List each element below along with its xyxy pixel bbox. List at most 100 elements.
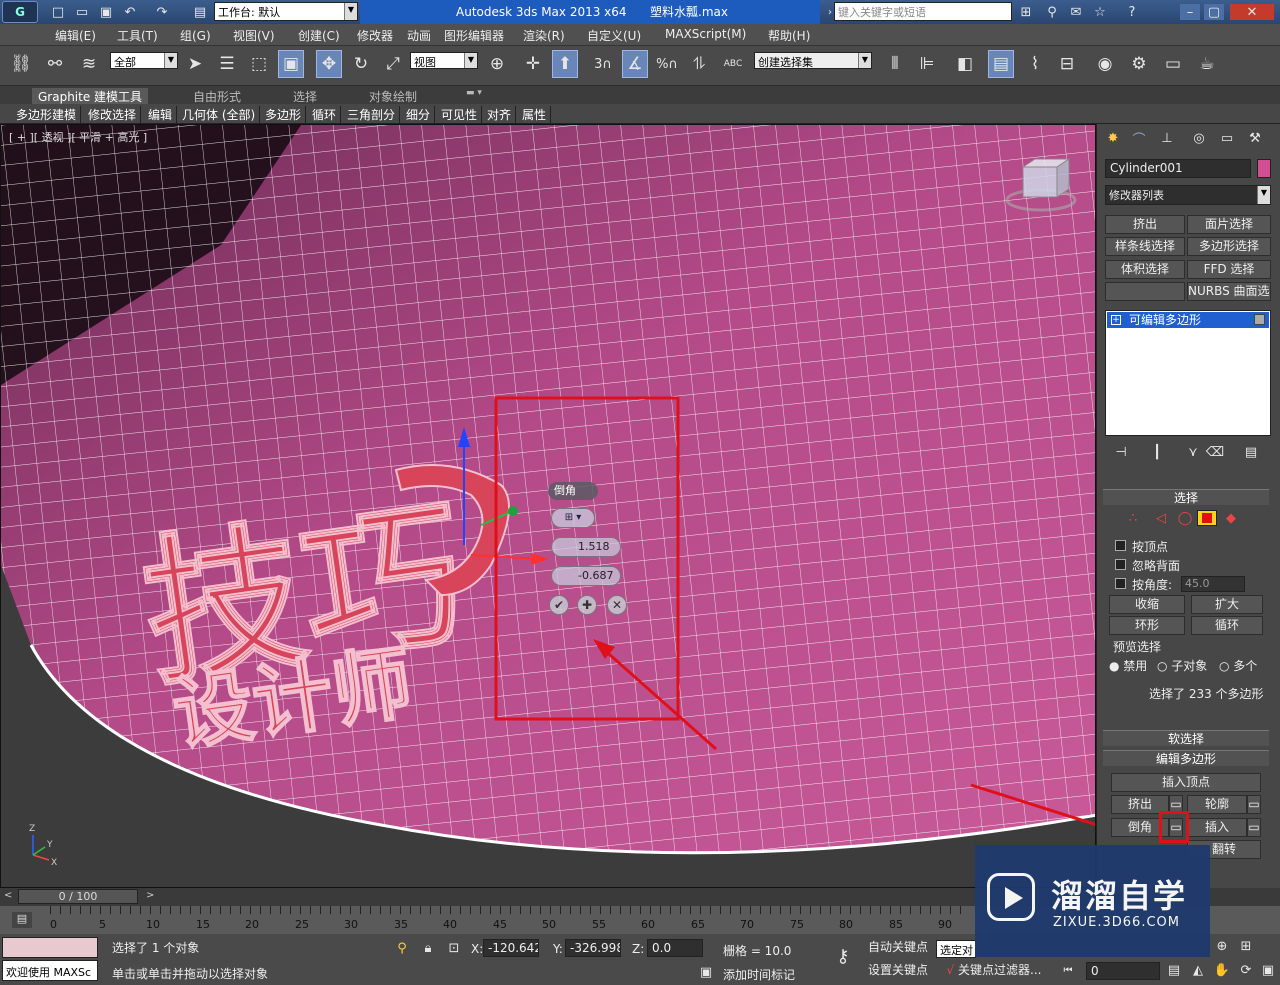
field-of-view-icon[interactable]: ◭ xyxy=(1188,962,1208,978)
menu-modifiers[interactable]: 修改器 xyxy=(357,27,393,44)
maximize-icon[interactable]: ▢ xyxy=(1204,4,1224,20)
panel-polygons[interactable]: 多边形 xyxy=(265,106,307,123)
auto-key-button[interactable]: 自动关键点 xyxy=(864,939,932,959)
rendered-frame-icon[interactable]: ▭ xyxy=(1160,50,1186,78)
time-config-icon[interactable]: ▤ xyxy=(1164,962,1184,978)
menu-help[interactable]: 帮助(H) xyxy=(768,27,810,44)
by-vertex-checkbox[interactable] xyxy=(1115,540,1126,551)
current-frame-field[interactable]: 0 xyxy=(1086,962,1160,980)
lock-selection-icon[interactable]: 🔒︎ xyxy=(418,940,438,956)
outline-settings-icon[interactable]: ▭ xyxy=(1247,795,1261,814)
mini-curve-editor-icon[interactable]: ▤ xyxy=(12,912,32,928)
x-coordinate-field[interactable]: -120.642 xyxy=(483,939,539,957)
ring-button[interactable]: 环形 xyxy=(1109,616,1185,635)
modify-tab-icon[interactable]: ⌒ xyxy=(1129,130,1149,148)
tab-graphite[interactable]: Graphite 建模工具 xyxy=(32,88,149,105)
render-teapot-icon[interactable]: ☕ xyxy=(1194,50,1220,78)
modifier-list-dropdown[interactable]: 修改器列表 ▼ xyxy=(1105,185,1271,205)
reference-coordinate-dropdown[interactable]: 视图 ▼ xyxy=(410,52,478,69)
grow-button[interactable]: 扩大 xyxy=(1191,595,1263,614)
poly-select-button[interactable]: 多边形选择 xyxy=(1187,237,1271,256)
selection-rollout-header[interactable]: 选择 xyxy=(1103,489,1269,505)
z-coordinate-field[interactable]: 0.0 xyxy=(647,939,703,957)
menu-edit[interactable]: 编辑(E) xyxy=(55,27,96,44)
panel-loops[interactable]: 循环 xyxy=(312,106,342,123)
link-icon[interactable]: ⛓ xyxy=(8,50,34,78)
help-icon[interactable]: ? xyxy=(1122,4,1142,20)
panel-triangulation[interactable]: 三角剖分 xyxy=(347,106,401,123)
menu-maxscript[interactable]: MAXScript(M) xyxy=(665,27,746,41)
panel-geometry-all[interactable]: 几何体 (全部) xyxy=(182,106,261,123)
edit-named-selection-icon[interactable]: ABC xyxy=(720,50,746,78)
loop-button[interactable]: 循环 xyxy=(1191,616,1263,635)
outline-button[interactable]: 轮廓 xyxy=(1187,795,1247,814)
percent-snap-icon[interactable]: % ∩ xyxy=(654,50,680,78)
isolate-selection-icon[interactable]: ⚲ xyxy=(392,940,412,956)
angle-spinner[interactable]: 45.0 xyxy=(1181,576,1245,592)
pan-hand-icon[interactable]: ✋ xyxy=(1212,962,1232,978)
ignore-backface-checkbox[interactable] xyxy=(1115,559,1126,570)
menu-graph-editors[interactable]: 图形编辑器 xyxy=(444,27,504,44)
polygon-subobject-icon[interactable] xyxy=(1197,510,1217,526)
close-icon[interactable]: ✕ xyxy=(1230,4,1274,20)
new-file-icon[interactable]: □ xyxy=(48,4,68,20)
zoom-extents-icon[interactable]: ⊞ xyxy=(1236,938,1256,954)
scale-icon[interactable]: ⤢ xyxy=(380,50,406,78)
shrink-button[interactable]: 收缩 xyxy=(1109,595,1185,614)
menu-group[interactable]: 组(G) xyxy=(180,27,211,44)
ribbon-options-icon[interactable]: ▬ ▾ xyxy=(466,88,482,98)
zoom-icon[interactable]: ⊕ xyxy=(1212,938,1232,954)
time-slider[interactable]: 0 / 100 xyxy=(18,889,138,904)
pivot-center-icon[interactable]: ⊕ xyxy=(484,50,510,78)
volume-select-button[interactable]: 体积选择 xyxy=(1105,260,1185,279)
cancel-x-icon[interactable]: ✕ xyxy=(607,595,627,615)
menu-rendering[interactable]: 渲染(R) xyxy=(523,27,565,44)
object-color-swatch[interactable] xyxy=(1257,159,1271,178)
expand-plus-icon[interactable]: + xyxy=(1111,315,1121,325)
menu-animation[interactable]: 动画 xyxy=(407,27,431,44)
display-tab-icon[interactable]: ▭ xyxy=(1217,130,1237,146)
make-unique-icon[interactable]: ⋎ xyxy=(1183,444,1203,460)
vertex-subobject-icon[interactable]: ∴ xyxy=(1123,510,1143,526)
panel-visibility[interactable]: 可见性 xyxy=(441,106,483,123)
tab-freeform[interactable]: 自由形式 xyxy=(193,88,241,105)
insert-vertex-button[interactable]: 插入顶点 xyxy=(1111,773,1261,792)
bevel-height-field[interactable]: 1.518 xyxy=(551,537,621,557)
next-frame-arrow-icon[interactable]: > xyxy=(146,890,154,901)
material-editor-icon[interactable]: ◉ xyxy=(1092,50,1118,78)
spline-select-button[interactable]: 样条线选择 xyxy=(1105,237,1185,256)
bevel-outline-field[interactable]: -0.687 xyxy=(551,566,621,586)
align-icon[interactable]: ⊫ xyxy=(914,50,940,78)
key-filters-button[interactable]: √ 关键点过滤器... xyxy=(936,962,1052,982)
apply-plus-icon[interactable]: ✚ xyxy=(577,595,597,615)
add-time-tag[interactable]: 添加时间标记 xyxy=(723,966,795,983)
star-icon[interactable]: ☆ xyxy=(1090,4,1110,20)
welcome-field[interactable]: 欢迎使用 MAXSc xyxy=(2,960,98,981)
panel-polygon-modeling[interactable]: 多边形建模 xyxy=(16,106,82,123)
schematic-view-icon[interactable]: ⊟ xyxy=(1054,50,1080,78)
snap-toggle-icon[interactable]: 3 ∩ xyxy=(590,50,616,78)
preview-multi-radio[interactable]: ○ 多个 xyxy=(1219,657,1257,674)
maxscript-listener-mini[interactable] xyxy=(2,937,98,958)
perspective-viewport[interactable]: [ + ][ 透视 ][ 平滑 + 高光 ] 技巧 设计师 Z X Y xyxy=(0,124,1096,888)
select-object-icon[interactable]: ➤ xyxy=(182,50,208,78)
object-name-field[interactable]: Cylinder001 xyxy=(1105,159,1251,178)
border-subobject-icon[interactable]: ◯ xyxy=(1175,510,1195,526)
open-file-icon[interactable]: ▭ xyxy=(72,4,92,20)
unlink-icon[interactable]: ⚯ xyxy=(42,50,68,78)
select-by-name-icon[interactable]: ☰ xyxy=(214,50,240,78)
ok-check-icon[interactable]: ✔ xyxy=(549,595,569,615)
set-key-icon[interactable]: ⚷ xyxy=(830,946,856,967)
binoculars-icon[interactable]: ⊞ xyxy=(1016,4,1036,20)
panel-modify-selection[interactable]: 修改选择 xyxy=(88,106,142,123)
app-logo-icon[interactable]: G xyxy=(2,1,38,23)
save-icon[interactable]: ▣ xyxy=(96,4,116,20)
graphite-toggle-icon[interactable]: ▤ xyxy=(988,50,1014,78)
orbit-icon[interactable]: ⟳ xyxy=(1236,962,1256,978)
menu-create[interactable]: 创建(C) xyxy=(298,27,340,44)
angle-snap-icon[interactable]: ∡ xyxy=(622,50,648,78)
bevel-type-dropdown[interactable]: ⊞ ▾ xyxy=(551,508,595,528)
mirror-icon[interactable]: ⫴ xyxy=(882,50,908,78)
patch-select-button[interactable]: 面片选择 xyxy=(1187,215,1271,234)
remove-modifier-icon[interactable]: ⌫ xyxy=(1205,444,1225,460)
